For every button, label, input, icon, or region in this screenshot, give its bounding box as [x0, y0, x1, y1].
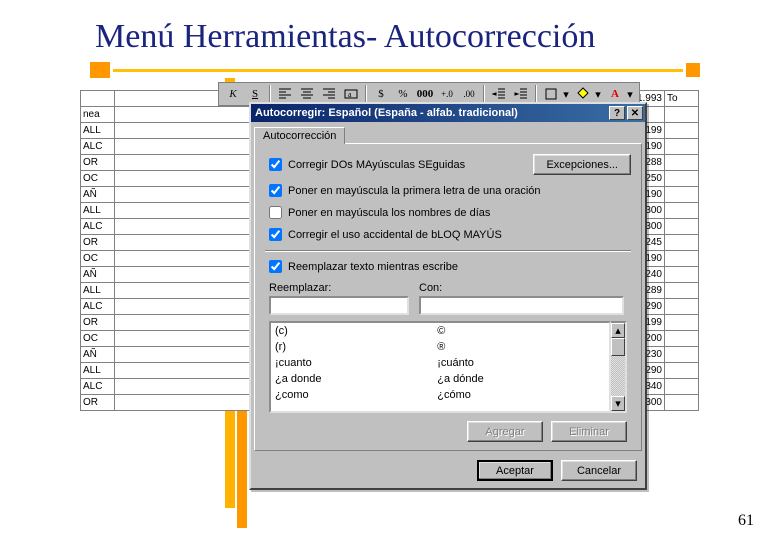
with-input[interactable]	[419, 296, 624, 315]
tab-autocorrect[interactable]: Autocorrección	[254, 127, 345, 144]
sheet-cell[interactable]: ALC	[81, 219, 115, 235]
increase-indent-button[interactable]	[511, 85, 531, 103]
sheet-cell[interactable]: OR	[81, 155, 115, 171]
slide-number: 61	[738, 512, 754, 530]
checkbox-capitalize-days[interactable]	[269, 206, 282, 219]
decrease-indent-button[interactable]	[489, 85, 509, 103]
list-item[interactable]: ¡cuanto¡cuánto	[271, 355, 609, 371]
slide-title: Menú Herramientas- Autocorrección	[0, 0, 780, 62]
label-capitalize-sentence: Poner en mayúscula la primera letra de u…	[288, 185, 541, 197]
sheet-cell[interactable]: ALC	[81, 299, 115, 315]
sheet-cell[interactable]: ALL	[81, 123, 115, 139]
list-item[interactable]: ¿a donde¿a dónde	[271, 371, 609, 387]
sheet-cell[interactable]: AÑ	[81, 347, 115, 363]
help-button[interactable]: ?	[609, 106, 625, 120]
currency-button[interactable]: $	[371, 85, 391, 103]
autocorrect-dialog: Autocorregir: Español (España - alfab. t…	[249, 102, 647, 490]
sheet-cell[interactable]: ALL	[81, 283, 115, 299]
sheet-cell[interactable]: OC	[81, 251, 115, 267]
sheet-cell[interactable]: OR	[81, 235, 115, 251]
align-left-button[interactable]	[275, 85, 295, 103]
list-item[interactable]: (c)©	[271, 323, 609, 339]
label-caps-lock: Corregir el uso accidental de bLOQ MAYÚS	[288, 229, 502, 241]
checkbox-capitalize-sentence[interactable]	[269, 184, 282, 197]
scroll-up-button[interactable]: ▴	[611, 323, 625, 338]
align-center-button[interactable]	[297, 85, 317, 103]
decrease-decimals-button[interactable]: .00	[459, 85, 479, 103]
sheet-cell[interactable]: ALL	[81, 363, 115, 379]
underline-button[interactable]: S	[245, 85, 265, 103]
font-color-button[interactable]: A	[605, 85, 625, 103]
comma-button[interactable]: 000	[415, 85, 435, 103]
align-right-button[interactable]	[319, 85, 339, 103]
list-scrollbar[interactable]: ▴ ▾	[611, 321, 627, 413]
dialog-titlebar[interactable]: Autocorregir: Español (España - alfab. t…	[251, 104, 645, 122]
autocorrect-list[interactable]: (c)©(r)®¡cuanto¡cuánto¿a donde¿a dónde¿c…	[269, 321, 611, 413]
sheet-cell[interactable]: nea	[81, 107, 115, 123]
sheet-cell[interactable]: OR	[81, 315, 115, 331]
with-label: Con:	[419, 282, 631, 294]
merge-cells-button[interactable]: a	[341, 85, 361, 103]
checkbox-caps-lock[interactable]	[269, 228, 282, 241]
scroll-down-button[interactable]: ▾	[611, 396, 625, 411]
sheet-cell[interactable]: ALC	[81, 379, 115, 395]
fill-color-button[interactable]	[573, 85, 593, 103]
checkbox-two-initial-caps[interactable]	[269, 158, 282, 171]
delete-button[interactable]: Eliminar	[551, 421, 627, 442]
replace-input[interactable]	[269, 296, 409, 315]
replace-label: Reemplazar:	[269, 282, 409, 294]
increase-decimals-button[interactable]: +.0	[437, 85, 457, 103]
close-button[interactable]: ✕	[627, 106, 643, 120]
percent-button[interactable]: %	[393, 85, 413, 103]
label-replace-as-you-type: Reemplazar texto mientras escribe	[288, 261, 458, 273]
exceptions-button[interactable]: Excepciones...	[533, 154, 631, 175]
sheet-cell[interactable]: AÑ	[81, 267, 115, 283]
checkbox-replace-as-you-type[interactable]	[269, 260, 282, 273]
label-two-initial-caps: Corregir DOs MAyúsculas SEguidas	[288, 159, 465, 171]
borders-button[interactable]	[541, 85, 561, 103]
dialog-title: Autocorregir: Español (España - alfab. t…	[253, 107, 607, 119]
cancel-button[interactable]: Cancelar	[561, 460, 637, 481]
sheet-cell[interactable]: OR	[81, 395, 115, 411]
sheet-cell[interactable]: AÑ	[81, 187, 115, 203]
add-button[interactable]: Agregar	[467, 421, 543, 442]
sheet-cell[interactable]: ALC	[81, 139, 115, 155]
svg-text:a: a	[348, 90, 352, 99]
list-item[interactable]: ¿como¿cómo	[271, 387, 609, 403]
label-capitalize-days: Poner en mayúscula los nombres de días	[288, 207, 490, 219]
title-decoration	[90, 62, 780, 78]
sheet-cell[interactable]: OC	[81, 331, 115, 347]
ok-button[interactable]: Aceptar	[477, 460, 553, 481]
list-item[interactable]: (r)®	[271, 339, 609, 355]
italic-button[interactable]: K	[223, 85, 243, 103]
sheet-cell[interactable]: ALL	[81, 203, 115, 219]
sheet-cell[interactable]: OC	[81, 171, 115, 187]
